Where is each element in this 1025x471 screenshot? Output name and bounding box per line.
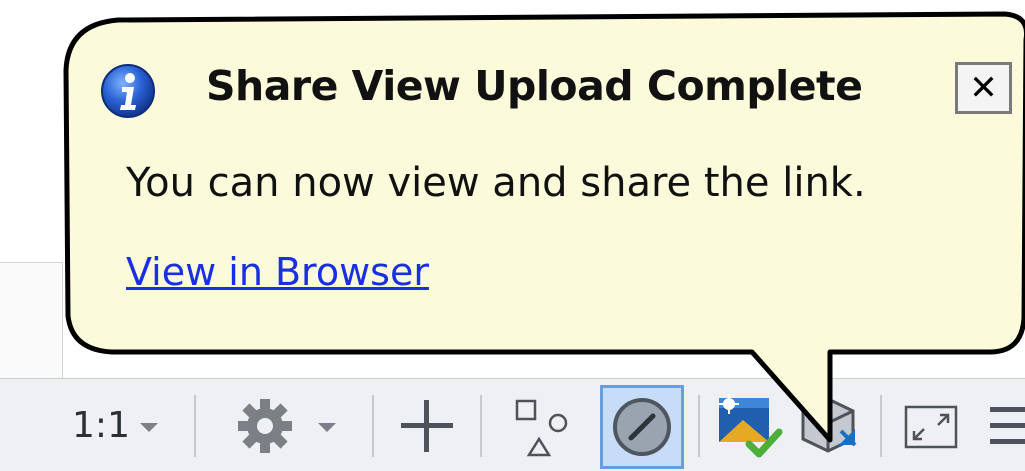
close-button[interactable]: ✕ xyxy=(955,62,1012,114)
application-window: 1:1 Share View Upload Complete ✕ You can… xyxy=(0,0,1025,471)
view-in-browser-link[interactable]: View in Browser xyxy=(126,250,429,294)
balloon-title: Share View Upload Complete xyxy=(206,62,863,110)
balloon-message: You can now view and share the link. xyxy=(126,160,866,206)
close-icon: ✕ xyxy=(969,68,998,108)
info-icon xyxy=(101,64,155,118)
